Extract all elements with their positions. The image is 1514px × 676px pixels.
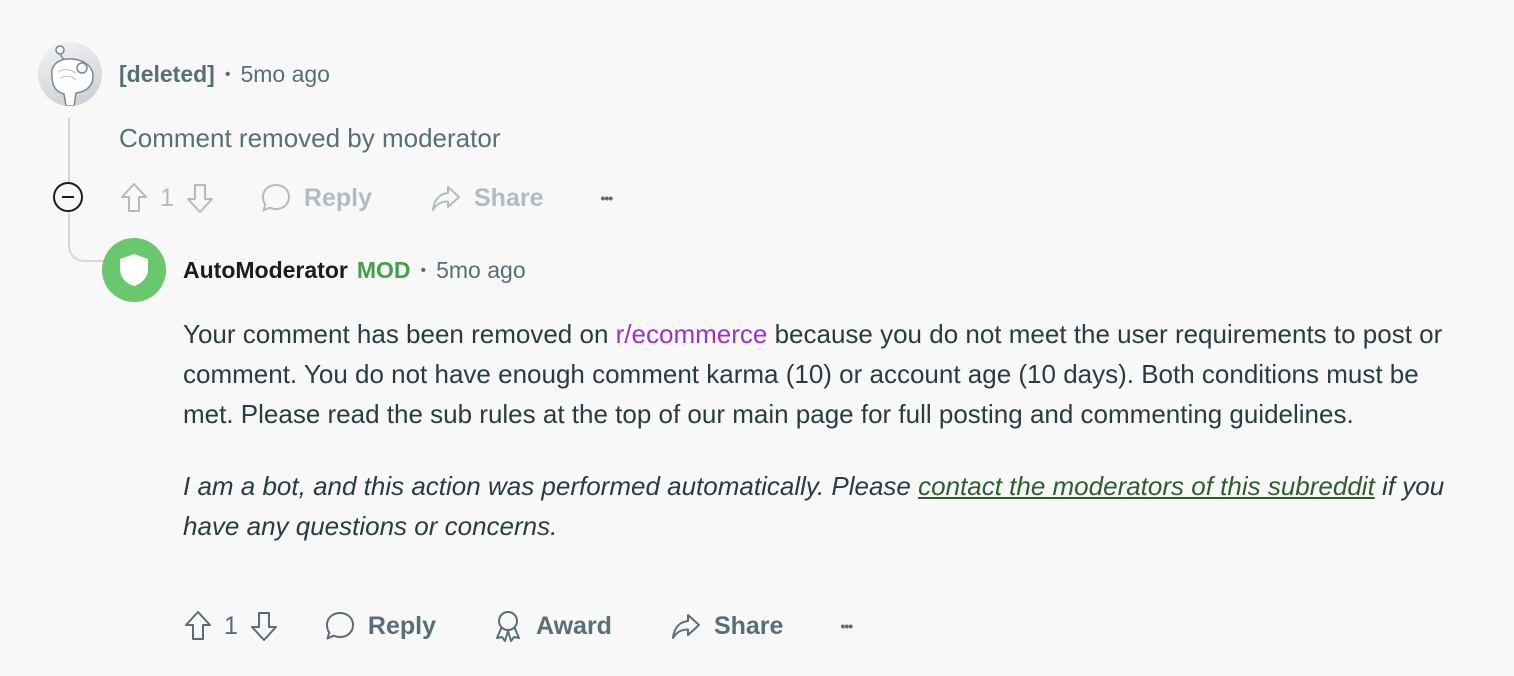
removal-text-start: Your comment has been removed on bbox=[183, 319, 616, 349]
snoo-icon bbox=[51, 45, 94, 106]
removed-comment-body: Comment removed by moderator bbox=[119, 123, 501, 153]
share-label: Share bbox=[713, 611, 784, 640]
share-button[interactable]: Share bbox=[430, 182, 543, 214]
collapse-thread-button[interactable] bbox=[53, 182, 83, 212]
downvote-icon bbox=[186, 184, 213, 213]
speech-bubble-icon bbox=[261, 184, 290, 212]
reply-button[interactable]: Reply bbox=[324, 610, 436, 642]
reply-label: Reply bbox=[367, 611, 436, 640]
share-button[interactable]: Share bbox=[670, 610, 783, 642]
bot-disclaimer: I am a bot, and this action was performe… bbox=[183, 466, 1473, 546]
automoderator-avatar[interactable] bbox=[102, 238, 166, 302]
reply-comment-actions: 1 Reply Award Share ••• bbox=[182, 608, 853, 644]
meta-separator: • bbox=[420, 261, 427, 279]
author-name[interactable]: [deleted] bbox=[119, 61, 215, 88]
subreddit-link[interactable]: r/ecommerce bbox=[616, 319, 768, 349]
comment-timestamp[interactable]: 5mo ago bbox=[240, 61, 330, 88]
award-label: Award bbox=[536, 611, 612, 640]
downvote-button[interactable] bbox=[248, 608, 280, 644]
thread-line bbox=[68, 118, 70, 182]
reply-button[interactable]: Reply bbox=[260, 182, 372, 214]
upvote-button[interactable] bbox=[118, 180, 150, 216]
thread-connector bbox=[68, 212, 104, 262]
reply-comment-body: Your comment has been removed on r/ecomm… bbox=[183, 314, 1473, 546]
reply-comment-meta: AutoModerator MOD • 5mo ago bbox=[183, 257, 526, 284]
more-dots-icon: ••• bbox=[600, 190, 613, 206]
share-arrow-icon bbox=[432, 186, 460, 211]
more-dots-icon: ••• bbox=[840, 618, 853, 634]
vote-count: 1 bbox=[224, 611, 238, 640]
shield-icon bbox=[120, 254, 148, 286]
award-button[interactable]: Award bbox=[492, 609, 612, 643]
minus-circle-icon bbox=[62, 196, 74, 198]
deleted-user-avatar[interactable] bbox=[38, 42, 102, 106]
comment-timestamp[interactable]: 5mo ago bbox=[436, 257, 526, 284]
parent-comment-meta: [deleted] • 5mo ago bbox=[119, 61, 330, 88]
reply-label: Reply bbox=[303, 183, 372, 212]
contact-moderators-link[interactable]: contact the moderators of this subreddit bbox=[918, 471, 1375, 501]
share-label: Share bbox=[474, 183, 544, 212]
speech-bubble-icon bbox=[325, 612, 354, 640]
upvote-icon bbox=[185, 611, 211, 640]
downvote-button[interactable] bbox=[184, 180, 216, 216]
more-options-button[interactable]: ••• bbox=[840, 618, 853, 634]
upvote-icon bbox=[121, 183, 147, 212]
removal-message: Your comment has been removed on r/ecomm… bbox=[183, 314, 1473, 434]
vote-count: 1 bbox=[160, 183, 174, 212]
author-name[interactable]: AutoModerator bbox=[183, 257, 348, 284]
mod-badge: MOD bbox=[356, 257, 411, 283]
more-options-button[interactable]: ••• bbox=[600, 190, 613, 206]
parent-comment-actions: 1 Reply Share ••• bbox=[118, 180, 613, 216]
meta-separator: • bbox=[224, 65, 231, 83]
bot-text-start: I am a bot, and this action was performe… bbox=[183, 471, 919, 501]
share-arrow-icon bbox=[671, 614, 700, 639]
downvote-icon bbox=[250, 612, 277, 641]
upvote-button[interactable] bbox=[182, 608, 214, 644]
award-icon bbox=[496, 611, 520, 642]
